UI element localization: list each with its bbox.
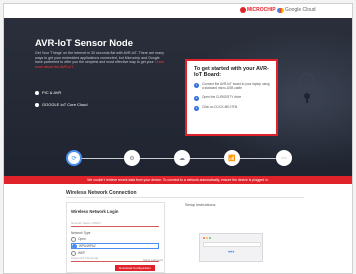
setup-instructions-illustration: ••• [199,233,263,262]
google-cloud-text: Google Cloud [285,7,316,13]
radio-selected-icon [72,243,77,249]
step-3: 3 Click on CLICK-ME.HTM [194,105,270,111]
option-label: PIC & AVR [42,90,62,95]
microchip-logo-icon [240,7,246,13]
section-title: Wireless Network Connection [66,190,137,196]
radio-label: WPA/WPA2 [79,244,96,248]
cloud-icon: ☁ [179,155,185,162]
section-divider [66,197,304,198]
show-password-toggle[interactable]: Show password [143,258,163,262]
step-3-badge: 3 [194,106,199,111]
step-3-text: Click on CLICK-ME.HTM [202,105,238,109]
bullet-icon [35,90,39,95]
step-1: 1 Connect the AVR-IoT board to your lapt… [194,82,270,91]
login-title: Wireless Network Login [71,209,119,214]
network-type-open[interactable]: Open [71,236,159,242]
step-2-text: Open the CURIOSITY drive [202,95,242,99]
option-label: GOOGLE IoT Core Cloud [42,102,88,107]
microchip-logo[interactable]: MICROCHIP [240,7,276,13]
google-cloud-icon [277,7,284,13]
hero-description: Get Your 'Things' on the Internet in 30 … [35,51,165,69]
setup-instructions-title: Setup Instructions [185,203,216,207]
progress-step-4[interactable]: 📶 [224,150,240,166]
minimize-dot-icon [206,237,208,239]
browser-page: MICROCHIP Google Cloud AVR-IoT Sensor No… [3,3,353,274]
step-2-badge: 2 [194,96,199,101]
padlock-icon [295,72,319,109]
microchip-logo-text: MICROCHIP [247,7,276,13]
error-banner: We couldn't retrieve recent data from yo… [4,176,352,184]
maximize-dot-icon [209,237,211,239]
hero-title: AVR-IoT Sensor Node [35,38,133,49]
getting-started-card: To get started with your AVR-IoT Board: … [185,59,278,136]
download-configuration-button[interactable]: Download Configuration [115,265,155,271]
progress-step-5[interactable]: ⋯ [276,150,292,166]
progress-step-3[interactable]: ☁ [174,150,190,166]
signal-icon: 📶 [228,155,236,162]
google-cloud-logo[interactable]: Google Cloud [277,7,316,13]
card-title: To get started with your AVR-IoT Board: [194,66,269,79]
network-type-label: Network Type [71,231,91,235]
top-bar: MICROCHIP Google Cloud [4,4,352,18]
option-google-iot: GOOGLE IoT Core Cloud [35,102,88,107]
more-icon: ⋯ [281,155,287,162]
hero-description-text: Get Your 'Things' on the Internet in 30 … [35,51,164,65]
wifi-login-panel: Wireless Network Login Network Name (SSI… [66,202,165,273]
progress-step-1[interactable]: ⟳ [66,150,82,166]
window-controls [203,237,211,239]
network-type-wpa[interactable]: WPA/WPA2 [71,243,159,249]
step-2: 2 Open the CURIOSITY drive [194,95,270,101]
address-bar [203,242,261,247]
loading-dots-icon: ••• [228,250,235,256]
progress-step-2[interactable]: ⚙ [124,150,140,166]
step-1-badge: 1 [194,83,199,88]
close-dot-icon [203,237,205,239]
hero-banner: AVR-IoT Sensor Node Get Your 'Things' on… [4,18,352,176]
radio-label: Open [78,237,86,241]
gear-icon: ⚙ [129,155,135,162]
refresh-icon: ⟳ [71,155,77,162]
option-pic-avr: PIC & AVR [35,90,61,95]
radio-icon [71,250,76,256]
step-1-text: Connect the AVR-IoT board to your laptop… [202,82,270,90]
radio-icon [71,236,76,242]
ssid-input[interactable]: Network Name (SSID) [71,221,159,227]
bullet-icon [35,102,39,107]
radio-label: WEP [78,251,86,255]
